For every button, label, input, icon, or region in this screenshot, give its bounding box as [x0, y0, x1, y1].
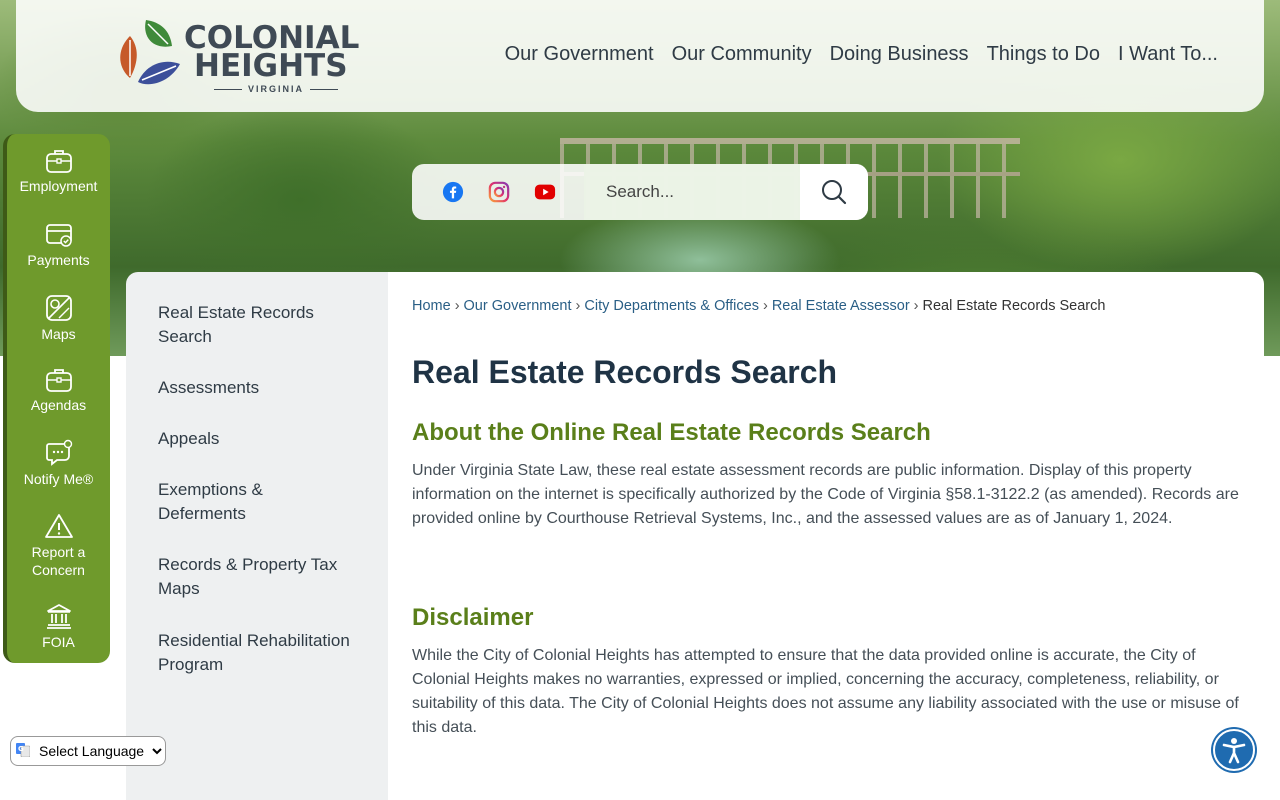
facebook-icon[interactable]: [442, 181, 464, 203]
quicklink-label: Employment: [19, 178, 98, 194]
quicklink-label: FOIA: [42, 634, 75, 650]
google-translate-icon: G: [16, 743, 30, 757]
logo-text-virginia: VIRGINIA: [214, 84, 338, 94]
svg-text:G: G: [18, 745, 24, 753]
leaves-logo-icon: [120, 20, 180, 85]
nav-things-to-do[interactable]: Things to Do: [987, 43, 1100, 66]
language-select[interactable]: Select Language: [10, 736, 166, 766]
quicklink-foia[interactable]: FOIA: [7, 602, 110, 651]
breadcrumb: Home › Our Government › City Departments & O…: [412, 298, 1105, 314]
breadcrumb-separator: ›: [575, 298, 581, 314]
site-header: COLONIAL HEIGHTS VIRGINIA Our Government…: [16, 0, 1264, 112]
sidebar-item-appeals[interactable]: Appeals: [158, 427, 358, 451]
quicklink-agendas[interactable]: Agendas: [7, 367, 110, 414]
breadcrumb-home[interactable]: Home: [412, 298, 451, 314]
breadcrumb-separator: ›: [913, 298, 919, 314]
quicklink-maps[interactable]: Maps: [7, 294, 110, 343]
social-search-bar: [412, 164, 868, 220]
agenda-briefcase-icon: [45, 369, 72, 392]
logo-text-heights: HEIGHTS: [194, 48, 348, 84]
search-button[interactable]: [800, 164, 868, 220]
chat-bubble-icon: [45, 439, 72, 466]
quicklink-label: Notify Me®: [23, 471, 94, 487]
search-icon: [822, 180, 847, 205]
sidebar-item-records-property-tax-maps[interactable]: Records & Property Tax Maps: [158, 553, 358, 601]
quicklink-employment[interactable]: Employment: [7, 148, 110, 195]
breadcrumb-separator: ›: [454, 298, 460, 314]
section-sidebar: Real Estate Records Search Assessments A…: [126, 272, 388, 800]
credit-card-icon: [45, 224, 72, 247]
section-heading-disclaimer: Disclaimer: [412, 604, 534, 631]
quicklink-label: Maps: [41, 326, 76, 342]
nav-our-community[interactable]: Our Community: [672, 43, 812, 66]
section-text-about: Under Virginia State Law, these real est…: [412, 462, 1239, 527]
warning-icon: [44, 514, 73, 538]
instagram-icon[interactable]: [488, 181, 510, 203]
page-title: Real Estate Records Search: [412, 354, 838, 390]
main-content: Home › Our Government › City Departments & O…: [388, 272, 1264, 800]
sidebar-item-assessments[interactable]: Assessments: [158, 376, 358, 400]
breadcrumb-separator: ›: [762, 298, 768, 314]
quicklink-report-concern[interactable]: Report a Concern: [7, 512, 110, 579]
government-building-icon: [46, 604, 71, 629]
youtube-icon[interactable]: [534, 181, 556, 203]
breadcrumb-real-estate-assessor[interactable]: Real Estate Assessor: [772, 298, 910, 314]
site-logo[interactable]: COLONIAL HEIGHTS VIRGINIA: [116, 16, 359, 96]
breadcrumb-city-departments[interactable]: City Departments & Offices: [584, 298, 759, 314]
nav-i-want-to[interactable]: I Want To...: [1118, 43, 1218, 66]
quicklink-label: Payments: [27, 252, 90, 268]
quick-links-panel: Employment Payments Maps Agendas Notify …: [3, 134, 110, 663]
map-icon: [45, 295, 72, 321]
accessibility-button[interactable]: [1213, 729, 1255, 771]
main-nav: Our Government Our Community Doing Busin…: [505, 43, 1218, 66]
quicklink-notify-me[interactable]: Notify Me®: [7, 439, 110, 488]
sidebar-item-residential-rehabilitation[interactable]: Residential Rehabilitation Program: [158, 629, 358, 677]
breadcrumb-current: Real Estate Records Search: [922, 298, 1106, 314]
section-heading-about: About the Online Real Estate Records Sea…: [412, 419, 931, 446]
sidebar-item-real-estate-records-search[interactable]: Real Estate Records Search: [158, 301, 358, 349]
briefcase-icon: [45, 150, 72, 173]
sidebar-item-exemptions-deferments[interactable]: Exemptions & Deferments: [158, 478, 308, 526]
nav-our-government[interactable]: Our Government: [505, 43, 654, 66]
breadcrumb-our-government[interactable]: Our Government: [464, 298, 572, 314]
search-input[interactable]: [584, 164, 800, 220]
nav-doing-business[interactable]: Doing Business: [830, 43, 969, 66]
quicklink-payments[interactable]: Payments: [7, 222, 110, 269]
section-text-disclaimer: While the City of Colonial Heights has a…: [412, 647, 1239, 736]
quicklink-label: Agendas: [30, 397, 87, 413]
quicklink-label: Report a Concern: [31, 544, 86, 578]
accessibility-icon: [1222, 738, 1246, 764]
